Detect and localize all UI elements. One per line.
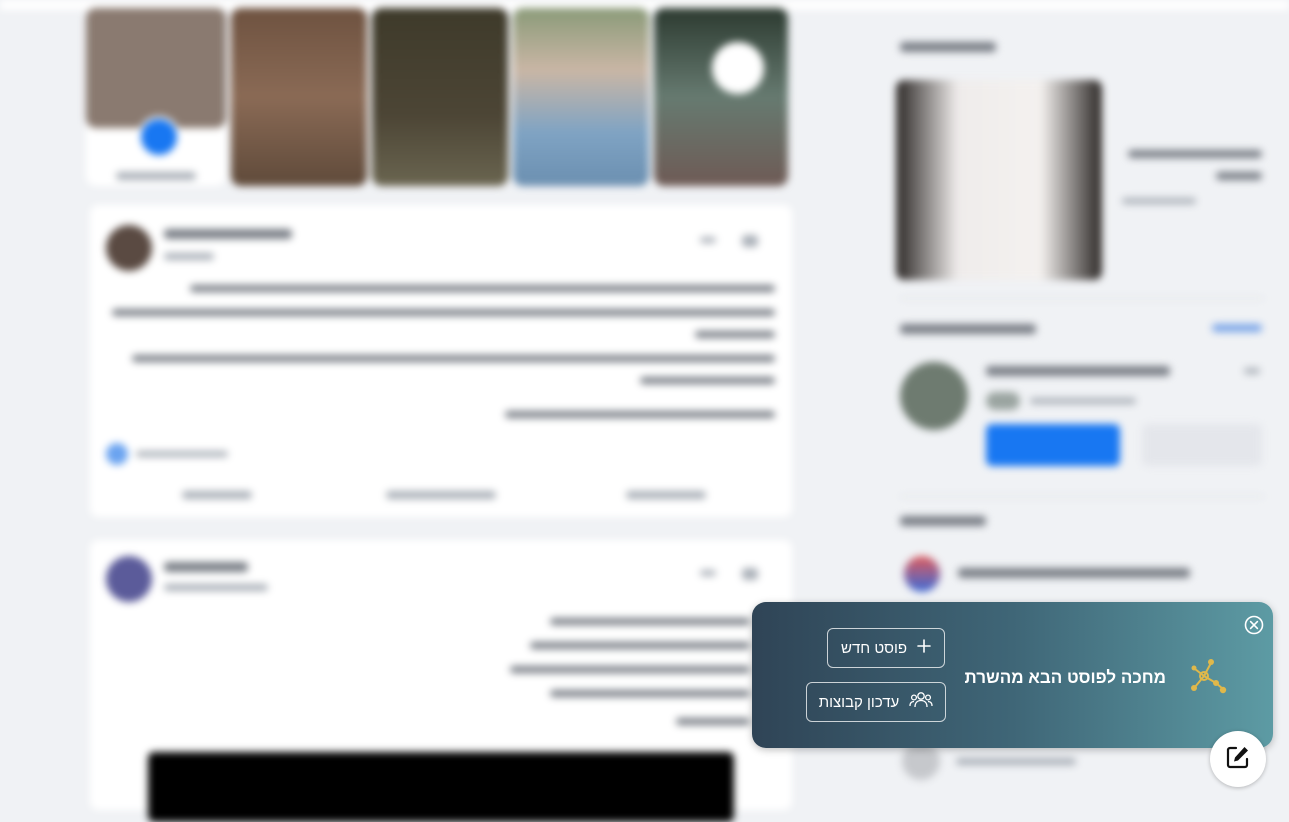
groups-icon — [909, 690, 933, 714]
waiting-for-post-popup: מחכה לפוסט הבא מהשרת פוסט חדש עדכון קבוצ — [752, 602, 1273, 748]
story-card[interactable] — [654, 8, 788, 186]
close-icon[interactable] — [1244, 615, 1264, 635]
new-post-button[interactable]: פוסט חדש — [827, 628, 945, 668]
edit-post-button[interactable] — [1210, 731, 1266, 787]
update-groups-button[interactable]: עדכון קבוצות — [806, 682, 946, 722]
plus-icon — [917, 639, 931, 657]
molecule-icon — [1187, 656, 1227, 696]
popup-title: מחכה לפוסט הבא מהשרת — [964, 668, 1166, 687]
update-groups-label: עדכון קבוצות — [818, 693, 900, 711]
new-post-label: פוסט חדש — [841, 639, 907, 657]
sponsored-heading — [900, 42, 996, 52]
story-create[interactable] — [86, 8, 226, 186]
story-card[interactable] — [513, 8, 649, 186]
edit-icon — [1225, 744, 1251, 775]
post-card — [90, 540, 792, 822]
story-card[interactable] — [231, 8, 367, 186]
post-card — [90, 205, 792, 517]
sponsored-image[interactable] — [896, 80, 1102, 280]
story-card[interactable] — [372, 8, 508, 186]
